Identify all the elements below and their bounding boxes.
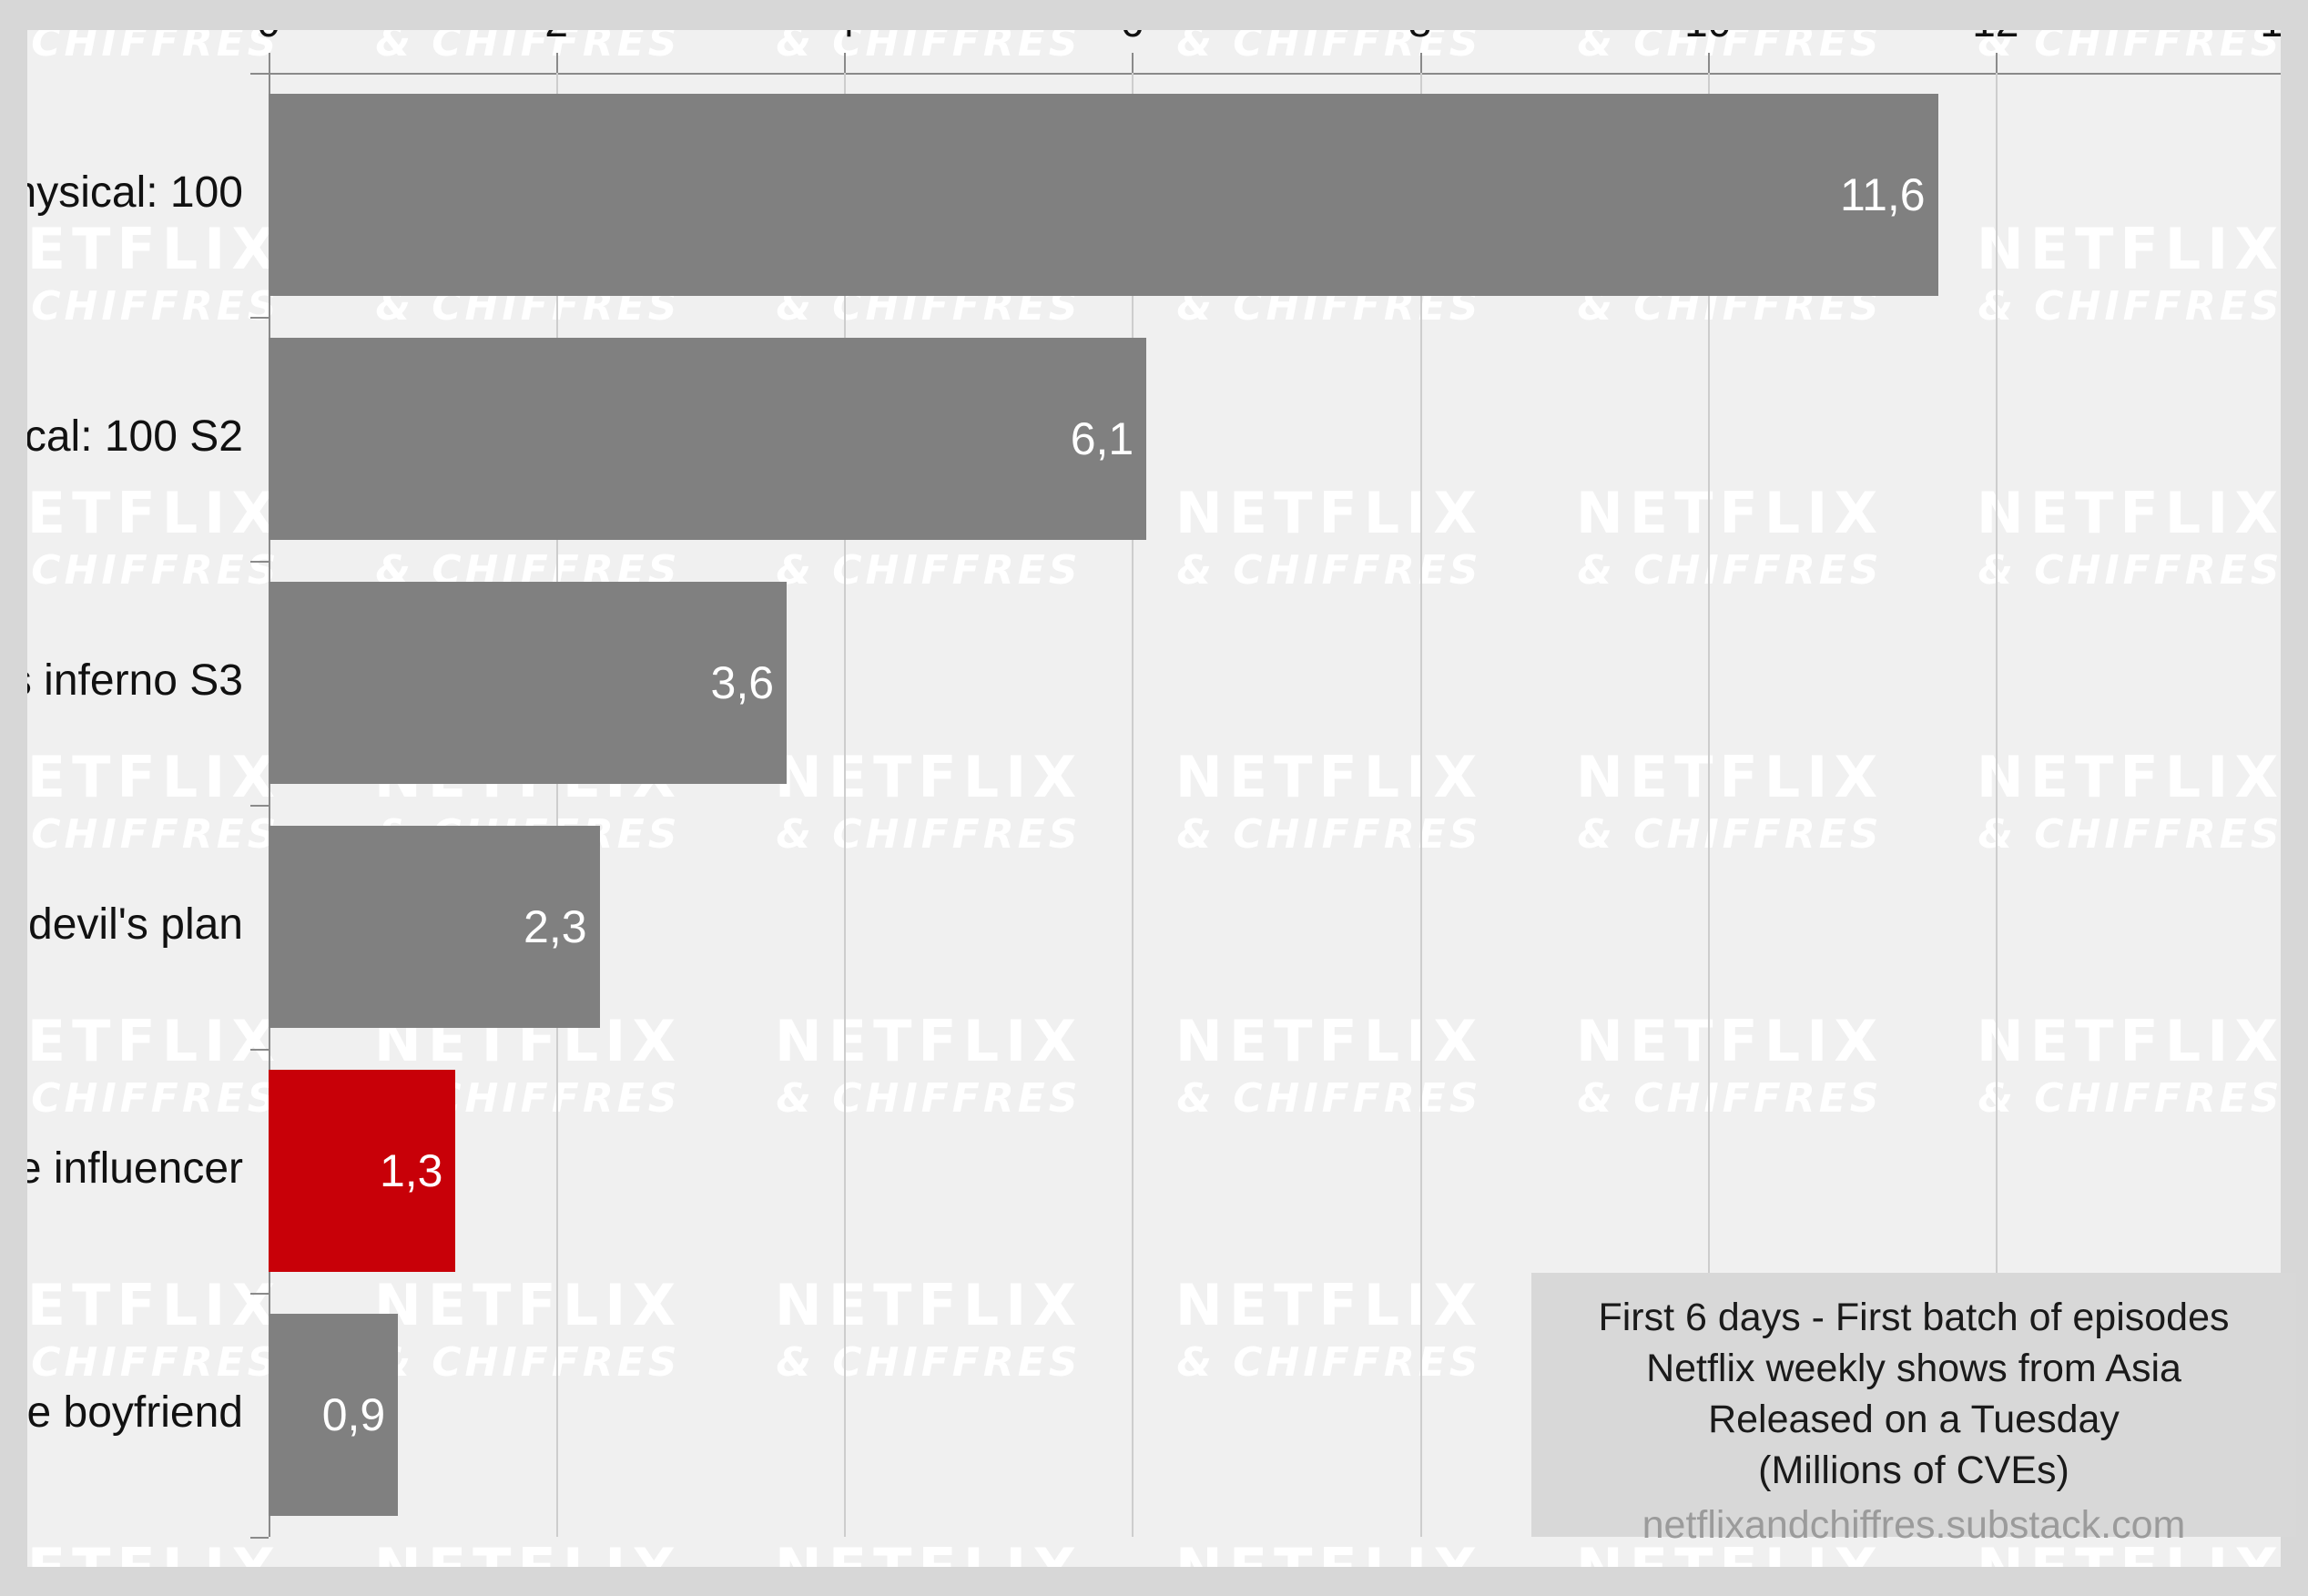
bar[interactable]: 3,6 [269, 581, 788, 785]
caption-line-1: First 6 days - First batch of episodes [1598, 1296, 2230, 1339]
y-tick-mark [250, 317, 269, 319]
category-label: Single's inferno S3 [27, 656, 243, 705]
category-label: The devil's plan [27, 900, 243, 949]
bar-value-label: 11,6 [1840, 168, 1926, 220]
caption-source-url[interactable]: netflixandchiffres.substack.com [1531, 1500, 2296, 1551]
caption-box: First 6 days - First batch of episodes N… [1531, 1273, 2296, 1547]
bar-value-label: 6,1 [1070, 412, 1134, 464]
bar[interactable]: 2,3 [269, 825, 600, 1029]
caption-line-3: Released on a Tuesday [1708, 1397, 2120, 1441]
category-label: The boyfriend [27, 1388, 243, 1437]
category-label: Physical: 100 [27, 168, 243, 217]
bar-value-label: 1,3 [379, 1144, 443, 1196]
caption-line-4: (Millions of CVEs) [1758, 1448, 2069, 1492]
bar[interactable]: 6,1 [269, 337, 1147, 541]
bar[interactable]: 0,9 [269, 1313, 399, 1517]
chart-canvas: NETFLIX& CHIFFRESNETFLIX& CHIFFRESNETFLI… [0, 0, 2308, 1596]
category-label: Physical: 100 S2 [27, 412, 243, 461]
y-tick-mark [250, 1537, 269, 1539]
category-label: The influencer [27, 1144, 243, 1193]
bar[interactable]: 1,3 [269, 1069, 456, 1273]
caption-line-2: Netflix weekly shows from Asia [1646, 1346, 2181, 1390]
bar[interactable]: 11,6 [269, 93, 1938, 297]
y-tick-mark [250, 561, 269, 563]
y-tick-mark [250, 1293, 269, 1295]
y-tick-mark [250, 73, 269, 75]
bar-value-label: 0,9 [321, 1388, 386, 1440]
bar-value-label: 3,6 [710, 656, 775, 708]
y-tick-mark [250, 1049, 269, 1051]
bar-value-label: 2,3 [524, 900, 587, 952]
y-tick-mark [250, 805, 269, 807]
